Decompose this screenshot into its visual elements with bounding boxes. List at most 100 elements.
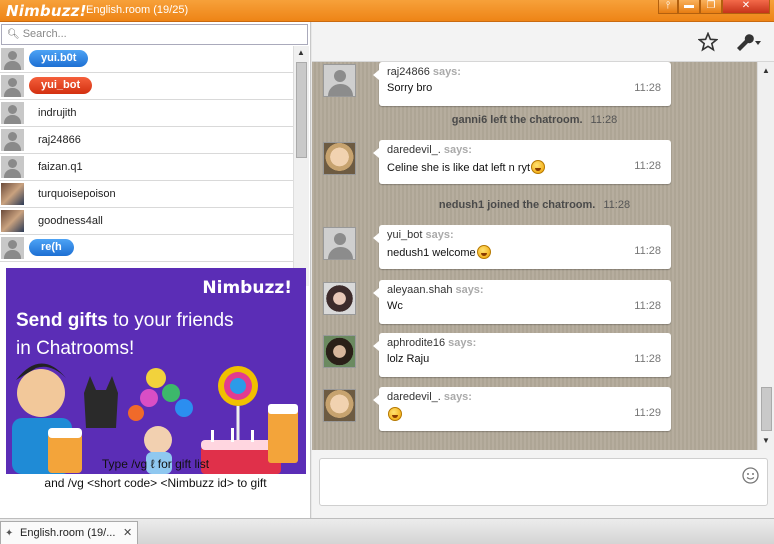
user-list-item[interactable]: raj24866: [0, 127, 293, 154]
tab-close-icon[interactable]: ✕: [123, 526, 132, 539]
chat-message: raj24866 says: Sorry bro 11:28: [373, 62, 671, 106]
user-avatar: [1, 129, 24, 151]
system-notice-text: nedush1 joined the chatroom.: [438, 199, 596, 211]
message-text-wrap: Sorry bro: [387, 82, 432, 94]
message-avatar[interactable]: [323, 335, 356, 368]
restore-button[interactable]: ❐: [700, 0, 722, 14]
message-sender: yui_bot says:: [387, 229, 454, 241]
system-notice-time: 11:28: [590, 114, 618, 126]
smiley-icon[interactable]: [742, 467, 759, 484]
user-list-item[interactable]: turquoisepoison: [0, 181, 293, 208]
system-notice-text: ganni6 left the chatroom.: [451, 114, 583, 126]
chat-scrollbar[interactable]: ▲ ▼: [757, 62, 774, 450]
window-title: English.room (19/25): [86, 4, 189, 16]
scroll-up-icon[interactable]: ▲: [297, 48, 305, 57]
search-placeholder: Search...: [22, 28, 67, 40]
message-sender: daredevil_. says:: [387, 391, 472, 403]
says-label: says:: [425, 229, 454, 241]
message-text-wrap: [387, 407, 402, 421]
message-avatar[interactable]: [323, 227, 356, 260]
chat-scroll-down-icon[interactable]: ▼: [762, 436, 770, 445]
user-name: goodness4all: [38, 215, 103, 227]
chatroom-icon: ✦: [5, 528, 14, 539]
chat-message: daredevil_. says: Celine she is like dat l…: [373, 140, 671, 184]
sender-name[interactable]: yui_bot: [387, 229, 422, 241]
close-button[interactable]: ✕: [722, 0, 770, 14]
user-list-item[interactable]: yui_bot: [0, 73, 293, 100]
user-name: yui.b0t: [29, 50, 89, 67]
user-list-item[interactable]: faizan.q1: [0, 154, 293, 181]
user-avatar: [1, 156, 24, 178]
minimize-button[interactable]: ▬: [678, 0, 700, 14]
message-avatar[interactable]: [323, 142, 356, 175]
search-icon: 🔍︎: [7, 29, 20, 40]
message-text: Celine she is like dat left n ryt: [387, 162, 531, 174]
chat-scroll-up-icon[interactable]: ▲: [762, 66, 770, 75]
system-notice: nedush1 joined the chatroom. 11:28: [312, 199, 757, 211]
system-notice: ganni6 left the chatroom. 11:28: [312, 114, 757, 126]
message-avatar[interactable]: [323, 64, 356, 97]
message-avatar[interactable]: [323, 389, 356, 422]
pin-button[interactable]: ⫯: [658, 0, 678, 14]
message-text: Sorry bro: [387, 82, 433, 94]
user-name: re(h: [29, 239, 74, 256]
promo-caption-1: Type /vg ℓ for gift list: [101, 457, 210, 471]
promo-headline: Send gifts to your friends: [16, 310, 234, 332]
scroll-thumb[interactable]: [296, 62, 307, 158]
message-sender: aleyaan.shah says:: [387, 284, 484, 296]
message-text: nedush1 welcome: [387, 247, 476, 259]
sender-name[interactable]: raj24866: [387, 66, 430, 78]
says-label: says:: [455, 284, 484, 296]
user-name: yui_bot: [29, 77, 93, 94]
user-list-item[interactable]: re(h: [0, 235, 293, 262]
emoticon-icon: [388, 407, 402, 421]
user-name: turquoisepoison: [38, 188, 116, 200]
sender-name[interactable]: aphrodite16: [387, 337, 445, 349]
emoticon-icon: [531, 160, 546, 174]
chat-message: aleyaan.shah says: Wc 11:28: [373, 280, 671, 324]
sender-name[interactable]: daredevil_.: [387, 144, 441, 156]
user-avatar: [1, 210, 24, 232]
promo-illustration: [12, 363, 298, 474]
user-name: raj24866: [38, 134, 81, 146]
promo-headline-rest: to your friends: [107, 310, 234, 331]
chat-message: yui_bot says: nedush1 welcome 11:28: [373, 225, 671, 269]
message-text-wrap: Celine she is like dat left n ryt: [387, 160, 546, 174]
promo-logo: Nimbuzz!: [202, 278, 292, 298]
sender-name[interactable]: daredevil_.: [387, 391, 441, 403]
user-avatar: [1, 75, 24, 97]
message-time: 11:29: [634, 407, 661, 419]
message-input[interactable]: [319, 458, 768, 506]
chat-message-area: raj24866 says: Sorry bro 11:28 ganni6 left t…: [312, 62, 757, 450]
message-sender: raj24866 says:: [387, 66, 461, 78]
user-list: yui.b0t yui_bot indrujith raj24866 faizan.q1…: [0, 46, 293, 286]
chat-message: aphrodite16 says: lolz Raju 11:28: [373, 333, 671, 377]
star-icon[interactable]: [698, 32, 718, 52]
user-list-item[interactable]: indrujith: [0, 100, 293, 127]
user-list-item[interactable]: goodness4all: [0, 208, 293, 235]
system-notice-time: 11:28: [603, 199, 631, 211]
says-label: says:: [443, 391, 472, 403]
user-avatar: [1, 183, 24, 205]
promo-banner[interactable]: Nimbuzz! Send gifts to your friends in C…: [6, 268, 306, 474]
chat-scroll-thumb[interactable]: [761, 387, 772, 431]
user-name: indrujith: [38, 107, 77, 119]
message-text-wrap: lolz Raju: [387, 353, 429, 365]
chatroom-tab[interactable]: ✦ English.room (19/... ✕: [0, 521, 138, 544]
search-input[interactable]: 🔍︎ Search...: [1, 24, 308, 45]
user-panel: 🔍︎ Search... yui.b0t yui_bot indrujith raj24…: [0, 22, 311, 518]
user-avatar: [1, 102, 24, 124]
message-sender: aphrodite16 says:: [387, 337, 476, 349]
message-avatar[interactable]: [323, 282, 356, 315]
promo-headline-bold: Send gifts: [16, 310, 108, 331]
user-list-scrollbar[interactable]: ▲ ▼: [293, 46, 309, 286]
promo-caption-2: and /vg <short code> <Nimbuzz id> to gif…: [44, 476, 267, 490]
app-logo: Nimbuzz!: [6, 2, 87, 20]
title-bar: Nimbuzz! English.room (19/25) ⫯ ▬ ❐ ✕: [0, 0, 774, 22]
emoticon-icon: [476, 245, 491, 259]
sender-name[interactable]: aleyaan.shah: [387, 284, 452, 296]
promo-headline-line2: in Chatrooms!: [16, 338, 135, 359]
wrench-icon[interactable]: [734, 32, 762, 52]
user-list-item[interactable]: yui.b0t: [0, 46, 293, 73]
message-time: 11:28: [634, 353, 661, 365]
